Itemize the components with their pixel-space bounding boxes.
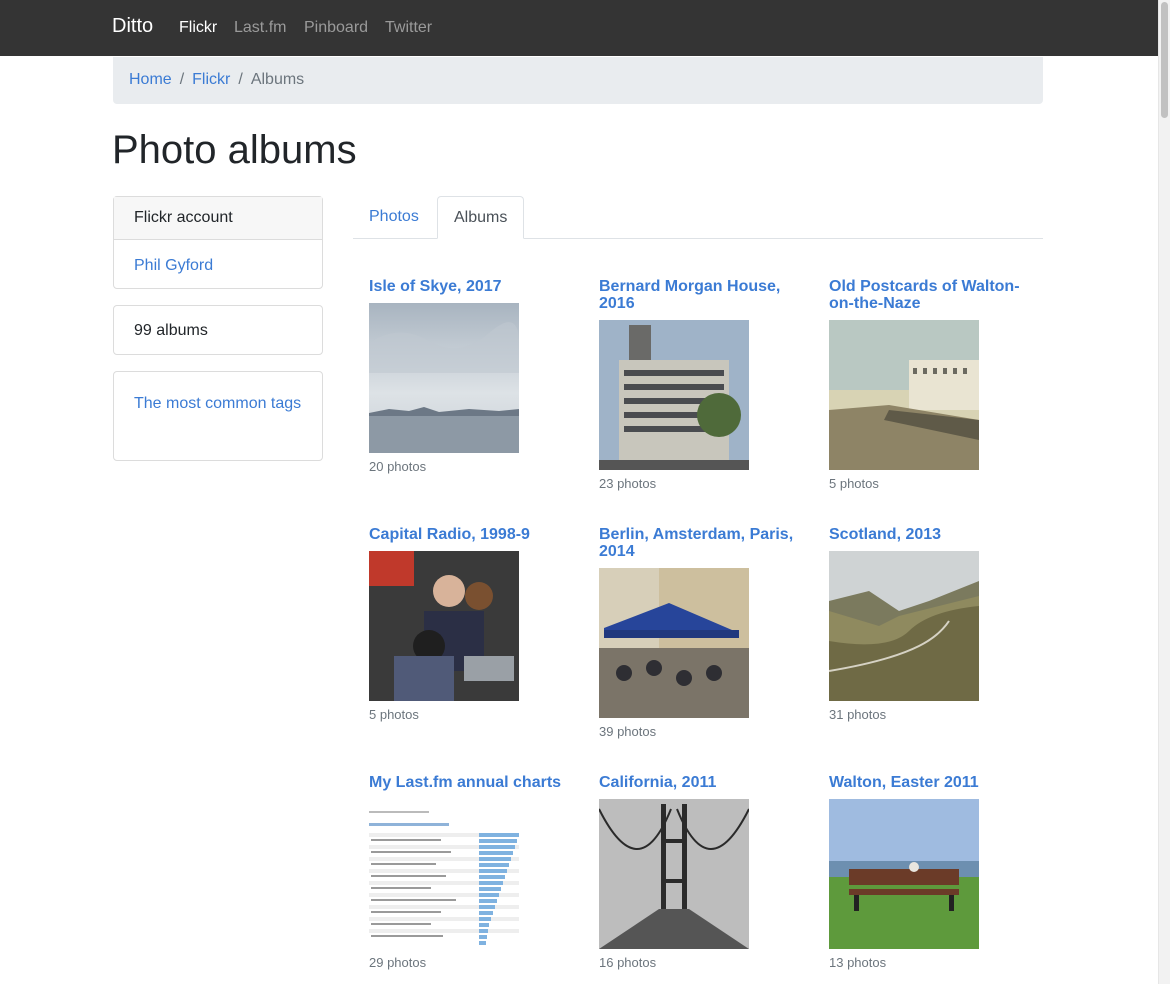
page-scrollbar[interactable] <box>1158 0 1170 984</box>
breadcrumb-separator: / <box>238 71 243 88</box>
album-item: My Last.fm annual charts 29 photos <box>369 774 569 971</box>
album-title-link[interactable]: Berlin, Amsterdam, Paris, 2014 <box>599 526 799 560</box>
tabs: Photos Albums <box>353 196 1043 239</box>
breadcrumb: Home / Flickr / Albums <box>113 57 1043 104</box>
album-item: Berlin, Amsterdam, Paris, 2014 39 photos <box>599 526 799 740</box>
account-name-link[interactable]: Phil Gyford <box>134 257 213 274</box>
page-title: Photo albums <box>112 128 357 172</box>
album-photo-count: 23 photos <box>599 476 657 491</box>
tab-photos[interactable]: Photos <box>353 196 435 238</box>
album-thumbnail-sea-landscape[interactable] <box>369 303 519 453</box>
nav-link-flickr[interactable]: Flickr <box>179 19 217 37</box>
album-thumbnail-valley[interactable] <box>829 551 979 701</box>
album-photo-count: 20 photos <box>369 459 427 474</box>
account-card-header: Flickr account <box>114 197 322 240</box>
album-title-link[interactable]: Bernard Morgan House, 2016 <box>599 278 799 312</box>
album-item: Old Postcards of Walton-on-the-Naze 5 ph… <box>829 278 1029 492</box>
nav-link-pinboard[interactable]: Pinboard <box>304 19 368 37</box>
album-item: California, 2011 16 photos <box>599 774 799 971</box>
breadcrumb-flickr[interactable]: Flickr <box>192 71 230 88</box>
album-item: Scotland, 2013 31 photos <box>829 526 1029 723</box>
album-thumbnail-people-computer[interactable] <box>369 551 519 701</box>
album-photo-count: 31 photos <box>829 707 887 722</box>
album-item: Bernard Morgan House, 2016 23 photos <box>599 278 799 492</box>
album-thumbnail-bench[interactable] <box>829 799 979 949</box>
album-count: 99 albums <box>134 322 208 339</box>
navbar: Ditto Flickr Last.fm Pinboard Twitter <box>0 0 1158 56</box>
album-count-card: 99 albums <box>113 305 323 355</box>
album-photo-count: 5 photos <box>829 476 879 491</box>
brand-link[interactable]: Ditto <box>112 15 153 38</box>
album-title-link[interactable]: Scotland, 2013 <box>829 526 1029 543</box>
album-title-link[interactable]: My Last.fm annual charts <box>369 774 569 791</box>
scrollbar-thumb[interactable] <box>1161 2 1168 118</box>
album-item: Isle of Skye, 2017 20 photos <box>369 278 569 475</box>
album-item: Capital Radio, 1998-9 5 photos <box>369 526 569 723</box>
album-thumbnail-postcard[interactable] <box>829 320 979 470</box>
album-title-link[interactable]: Old Postcards of Walton-on-the-Naze <box>829 278 1029 312</box>
album-title-link[interactable]: Isle of Skye, 2017 <box>369 278 569 295</box>
breadcrumb-separator: / <box>179 71 185 88</box>
album-title-link[interactable]: California, 2011 <box>599 774 799 791</box>
album-thumbnail-chart-screenshot[interactable] <box>369 799 519 949</box>
tags-card: The most common tags <box>113 371 323 461</box>
album-title-link[interactable]: Walton, Easter 2011 <box>829 774 1029 791</box>
common-tags-link[interactable]: The most common tags <box>134 395 301 412</box>
album-item: Walton, Easter 2011 13 photos <box>829 774 1029 971</box>
album-photo-count: 29 photos <box>369 955 427 970</box>
album-title-link[interactable]: Capital Radio, 1998-9 <box>369 526 569 543</box>
album-thumbnail-cafe[interactable] <box>599 568 749 718</box>
account-card: Flickr account Phil Gyford <box>113 196 323 289</box>
breadcrumb-home[interactable]: Home <box>129 71 172 88</box>
breadcrumb-current: Albums <box>250 71 305 88</box>
tab-albums[interactable]: Albums <box>437 196 525 239</box>
album-photo-count: 5 photos <box>369 707 419 722</box>
album-photo-count: 39 photos <box>599 724 657 739</box>
album-thumbnail-building[interactable] <box>599 320 749 470</box>
album-thumbnail-bridge[interactable] <box>599 799 749 949</box>
album-photo-count: 13 photos <box>829 955 887 970</box>
nav-link-twitter[interactable]: Twitter <box>385 19 432 37</box>
album-photo-count: 16 photos <box>599 955 657 970</box>
nav-link-lastfm[interactable]: Last.fm <box>234 19 286 37</box>
